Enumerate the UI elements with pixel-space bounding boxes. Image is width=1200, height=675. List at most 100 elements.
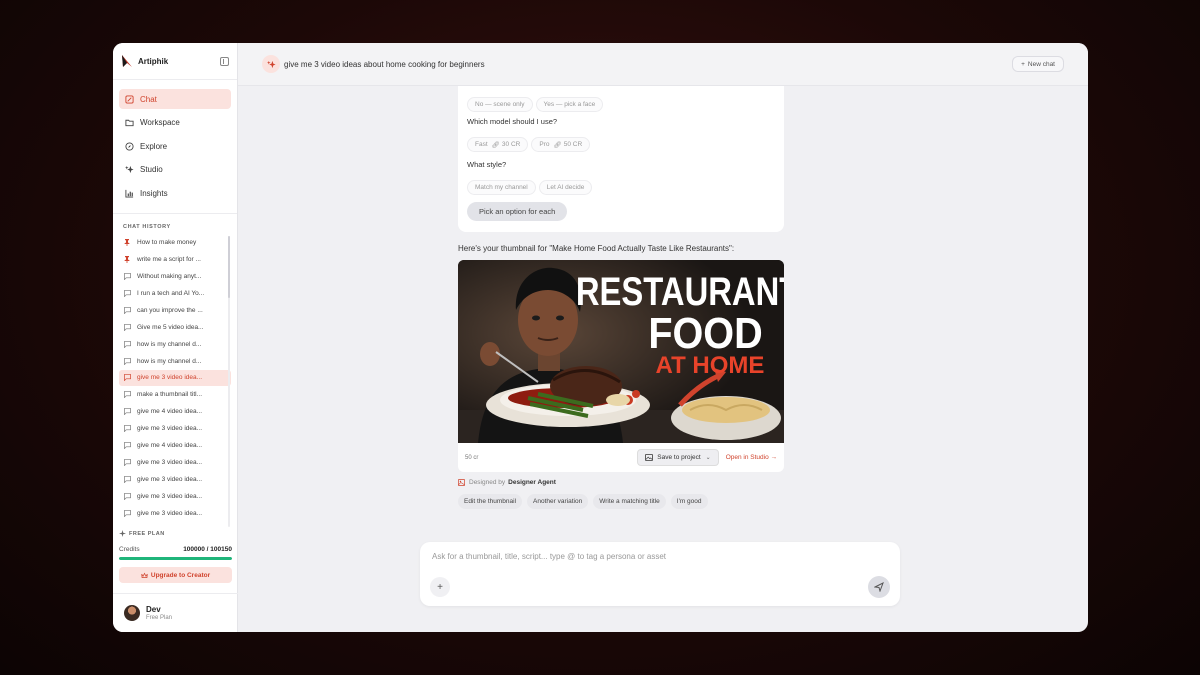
main-nav: Chat Workspace Explore Studio Insights (113, 80, 237, 214)
chat-bubble-icon (124, 442, 132, 450)
suggestion-chip[interactable]: Write a matching title (593, 494, 666, 509)
pick-option-button[interactable]: Pick an option for each (467, 202, 568, 221)
artiphik-logo-icon (122, 55, 132, 67)
history-item[interactable]: give me 3 video idea... (119, 505, 231, 519)
option-chip-pro[interactable]: Pro 🔗︎ 50 CR (531, 137, 591, 152)
history-item[interactable]: I run a tech and AI Yo... (119, 285, 231, 302)
style-options: Match my channel Let AI decide (467, 176, 595, 195)
history-item[interactable]: give me 3 video idea... (119, 488, 231, 505)
sidebar-toggle-icon[interactable] (220, 56, 229, 66)
history-item[interactable]: give me 4 video idea... (119, 437, 231, 454)
chat-title: give me 3 video ideas about home cooking… (284, 59, 485, 69)
credits-row: Credits 100000 / 100150 (119, 546, 232, 553)
chat-bubble-icon (124, 493, 132, 501)
history-item[interactable]: make a thumbnail titl... (119, 386, 231, 403)
suggestion-chip[interactable]: I'm good (670, 494, 708, 509)
pin-icon (124, 238, 132, 246)
upgrade-button[interactable]: Upgrade to Creator (119, 567, 232, 583)
nav-label: Insights (140, 188, 168, 198)
chat-bubble-icon (124, 476, 132, 484)
plus-icon: + (437, 581, 443, 593)
sparkles-icon (262, 55, 280, 73)
thumbnail-card: RESTAURANT FOOD AT HOME 50 cr Save to pr… (458, 260, 784, 472)
send-icon (874, 582, 884, 592)
nav-item-studio[interactable]: Studio (119, 160, 231, 180)
chat-bubble-icon (124, 272, 132, 280)
chat-bubble-icon (124, 408, 132, 416)
designer-agent-name: Designer Agent (508, 479, 556, 486)
app-name: Artiphik (138, 56, 169, 66)
credits-progress-fill (119, 557, 232, 560)
nav-item-insights[interactable]: Insights (119, 183, 231, 203)
suggestion-chip[interactable]: Another variation (527, 494, 589, 509)
history-item[interactable]: give me 3 video idea... (119, 471, 231, 488)
history-item[interactable]: Give me 5 video idea... (119, 319, 231, 336)
nav-item-chat[interactable]: Chat (119, 89, 231, 109)
new-chat-label: New chat (1027, 60, 1055, 68)
chat-history-list: How to make money write me a script for .… (113, 234, 237, 519)
option-chip[interactable]: Let AI decide (538, 180, 593, 195)
history-item[interactable]: how is my channel d... (119, 336, 231, 353)
history-item-label: give me 3 video idea... (137, 493, 203, 501)
chat-bubble-icon (124, 391, 132, 399)
history-item[interactable]: give me 3 video idea... (119, 420, 231, 437)
history-item[interactable]: can you improve the ... (119, 302, 231, 319)
send-button[interactable] (868, 576, 890, 598)
designed-by: Designed by Designer Agent (458, 479, 556, 486)
history-item[interactable]: give me 3 video idea... (119, 454, 231, 471)
thumbnail-caption: Here's your thumbnail for "Make Home Foo… (458, 244, 735, 253)
message-input[interactable]: Ask for a thumbnail, title, script... ty… (432, 552, 666, 561)
history-item[interactable]: Without making anyt... (119, 268, 231, 285)
folder-icon (124, 118, 134, 128)
user-plan: Free Plan (146, 615, 173, 621)
chat-bubble-icon (124, 357, 132, 365)
history-scrollbar[interactable] (228, 236, 230, 527)
credits-label: Credits (119, 546, 140, 553)
plus-icon: + (1021, 60, 1025, 68)
history-item[interactable]: give me 4 video idea... (119, 403, 231, 420)
nav-item-explore[interactable]: Explore (119, 136, 231, 156)
nav-label: Studio (140, 165, 163, 175)
new-chat-button[interactable]: + New chat (1012, 56, 1064, 72)
chat-bubble-icon (124, 340, 132, 348)
thumbnail-title-line1: RESTAURANT (576, 269, 784, 314)
chat-bubble-icon (124, 323, 132, 331)
designed-by-prefix: Designed by (469, 479, 506, 486)
history-item[interactable]: give me 3 video idea... (119, 369, 231, 387)
history-item-label: make a thumbnail titl... (137, 391, 203, 399)
thumbnail-title-line3: AT HOME (656, 352, 765, 379)
option-chip[interactable]: Yes — pick a face (535, 97, 604, 112)
nav-item-workspace[interactable]: Workspace (119, 113, 231, 133)
save-label: Save to project (657, 454, 701, 461)
option-chip[interactable]: Match my channel (467, 180, 536, 195)
bar-chart-icon (124, 188, 134, 198)
plan-tag: FREE PLAN (119, 530, 232, 537)
option-label: Fast (475, 141, 488, 148)
history-item-label: give me 3 video idea... (137, 476, 203, 484)
save-to-project-button[interactable]: Save to project ⌄ (637, 449, 719, 466)
history-item[interactable]: write me a script for ... (119, 251, 231, 268)
option-chip-fast[interactable]: Fast 🔗︎ 30 CR (467, 137, 529, 152)
compass-icon (124, 141, 134, 151)
sparkles-icon (124, 165, 134, 175)
history-item[interactable]: How to make money (119, 234, 231, 251)
options-card: No — scene only Yes — pick a face Which m… (458, 86, 784, 232)
open-in-studio-link[interactable]: Open in Studio → (726, 454, 777, 461)
attach-plus-button[interactable]: + (430, 577, 450, 597)
history-item-label: write me a script for ... (137, 255, 201, 263)
chat-bubble-icon (124, 374, 132, 382)
suggestion-chip[interactable]: Edit the thumbnail (458, 494, 523, 509)
chat-bubble-icon (124, 425, 132, 433)
history-scrollbar-thumb[interactable] (228, 236, 230, 298)
option-chip[interactable]: No — scene only (467, 97, 533, 112)
history-item-label: give me 4 video idea... (137, 442, 203, 450)
thumbnail-image[interactable]: RESTAURANT FOOD AT HOME (458, 260, 784, 443)
user-profile[interactable]: Dev Free Plan (113, 593, 238, 632)
history-item[interactable]: how is my channel d... (119, 353, 231, 370)
thumbnail-artwork: RESTAURANT FOOD AT HOME (458, 260, 784, 443)
nav-label: Workspace (140, 118, 180, 128)
plan-panel: FREE PLAN Credits 100000 / 100150 Upgrade… (119, 530, 232, 583)
option-cost: 30 CR (501, 141, 521, 148)
credits-progress-bar (119, 557, 232, 560)
style-question: What style? (467, 160, 507, 169)
